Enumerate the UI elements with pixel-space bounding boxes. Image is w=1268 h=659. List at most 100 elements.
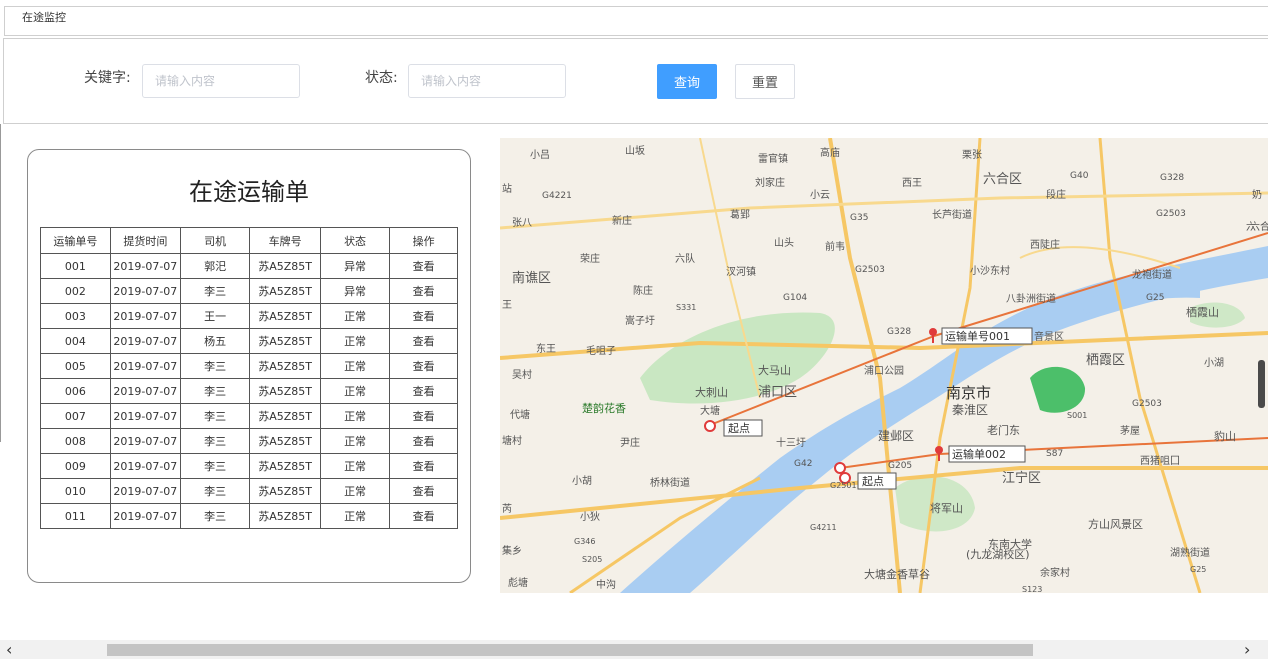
chevron-right-icon[interactable]: › [1244,640,1250,659]
pickup-time-cell: 2019-07-07 [109,503,181,529]
map-label: 江宁区 [1002,470,1041,486]
status-cell: 正常 [319,303,391,329]
table-header-row: 运输单号 提货时间 司机 车牌号 状态 操作 [40,227,458,254]
start-label-2: 起点 [862,475,884,488]
keyword-input[interactable] [142,64,300,98]
column-header: 状态 [319,227,391,254]
map-label: S123 [1022,585,1042,593]
pickup-time-cell: 2019-07-07 [109,253,181,279]
view-link[interactable]: 查看 [389,303,458,329]
map-label: S331 [676,303,696,312]
driver-cell: 李三 [179,278,251,304]
table-row: 004 2019-07-07 杨五 苏A5Z85T 正常 查看 [40,328,458,354]
view-link[interactable]: 查看 [389,378,458,404]
map-label: 大塘 [700,404,720,417]
table-row: 005 2019-07-07 李三 苏A5Z85T 正常 查看 [40,353,458,379]
map-label: 方山风景区 [1088,517,1143,531]
map-label: 东王 [536,342,556,355]
map-label: 余家村 [1040,566,1070,579]
plate-cell: 苏A5Z85T [249,428,321,454]
query-button[interactable]: 查询 [657,64,717,99]
plate-cell: 苏A5Z85T [249,478,321,504]
map-label: 六合区 [983,172,1022,187]
map-label: 豹山 [1214,430,1236,443]
view-link[interactable]: 查看 [389,478,458,504]
status-input[interactable] [408,64,566,98]
map-label: 高庙 [820,146,840,159]
map-label: G2503 [1156,209,1186,219]
map-label: S205 [582,555,602,564]
status-cell: 正常 [319,503,391,529]
route1-label: 运输单号001 [945,329,1010,343]
view-link[interactable]: 查看 [389,253,458,279]
view-link[interactable]: 查看 [389,503,458,529]
map-label: 西陡庄 [1030,238,1060,251]
status-label: 状态: [365,70,398,86]
view-link[interactable]: 查看 [389,353,458,379]
filter-bar: 关键字: 状态: 查询 重置 [3,38,1268,124]
map-label: S87 [1046,449,1063,459]
scrollbar-thumb[interactable] [107,644,1033,656]
plate-cell: 苏A5Z85T [249,253,321,279]
pickup-time-cell: 2019-07-07 [109,328,181,354]
map-label: 湖熟街道 [1170,546,1210,559]
map-label: 十三圩 [776,436,806,449]
map-label: 尹庄 [620,436,640,449]
pickup-time-cell: 2019-07-07 [109,303,181,329]
pickup-time-cell: 2019-07-07 [109,278,181,304]
map-label: G2503 [855,265,885,275]
plate-cell: 苏A5Z85T [249,328,321,354]
map-label: (九龙湖校区) [966,547,1030,561]
order-id-cell: 008 [40,428,111,454]
driver-cell: 李三 [179,428,251,454]
status-cell: 正常 [319,403,391,429]
column-header: 车牌号 [249,227,321,254]
breadcrumb-title: 在途监控 [22,11,66,24]
map-label: 西王 [902,178,922,189]
view-link[interactable]: 查看 [389,278,458,304]
map-label: G4211 [810,523,837,532]
map-label: 浦口公园 [864,364,904,377]
order-id-cell: 011 [40,503,111,529]
table-row: 003 2019-07-07 王一 苏A5Z85T 正常 查看 [40,303,458,329]
map-canvas: 运输单号001 运输单002 起点 起点 小吕 山坂 雷官镇 高庙 栗张 六合区… [500,138,1268,593]
map-label: 山头 [774,237,794,249]
map-label: 代塘 [510,408,530,421]
plate-cell: 苏A5Z85T [249,378,321,404]
horizontal-scrollbar[interactable]: ‹ › [0,640,1268,659]
reset-button[interactable]: 重置 [735,64,795,99]
table-row: 009 2019-07-07 李三 苏A5Z85T 正常 查看 [40,453,458,479]
table-row: 006 2019-07-07 李三 苏A5Z85T 正常 查看 [40,378,458,404]
map-label: G2503 [1132,399,1162,409]
map-label: G35 [850,213,868,223]
view-link[interactable]: 查看 [389,428,458,454]
driver-cell: 李三 [179,453,251,479]
driver-cell: 李三 [179,403,251,429]
view-link[interactable]: 查看 [389,403,458,429]
map-label: 大马山 [758,363,791,377]
map-label: 王 [502,300,512,311]
pickup-time-cell: 2019-07-07 [109,478,181,504]
map-label: 老门东 [987,423,1020,437]
view-link[interactable]: 查看 [389,328,458,354]
map-label: 浦口区 [758,385,797,400]
map-zoom-slider[interactable] [1258,360,1265,408]
view-link[interactable]: 查看 [389,453,458,479]
map-label: 八卦洲街道 [1006,292,1056,305]
map-label: 前韦 [825,240,845,253]
keyword-label: 关键字: [84,70,131,86]
map-label: 张八 [512,217,532,229]
driver-cell: 李三 [179,378,251,404]
driver-cell: 李三 [179,353,251,379]
chevron-left-icon[interactable]: ‹ [6,640,12,659]
route2-label: 运输单002 [952,447,1006,461]
plate-cell: 苏A5Z85T [249,453,321,479]
map-label: 小湖 [1204,357,1224,369]
map-label: 新庄 [612,214,632,227]
map-label: G346 [574,537,595,546]
driver-cell: 王一 [179,303,251,329]
route-map[interactable]: 运输单号001 运输单002 起点 起点 小吕 山坂 雷官镇 高庙 栗张 六合区… [500,138,1268,593]
map-label: 站 [502,182,512,195]
map-label: 小吕 [530,149,550,161]
map-label: 楚韵花香 [582,401,626,415]
